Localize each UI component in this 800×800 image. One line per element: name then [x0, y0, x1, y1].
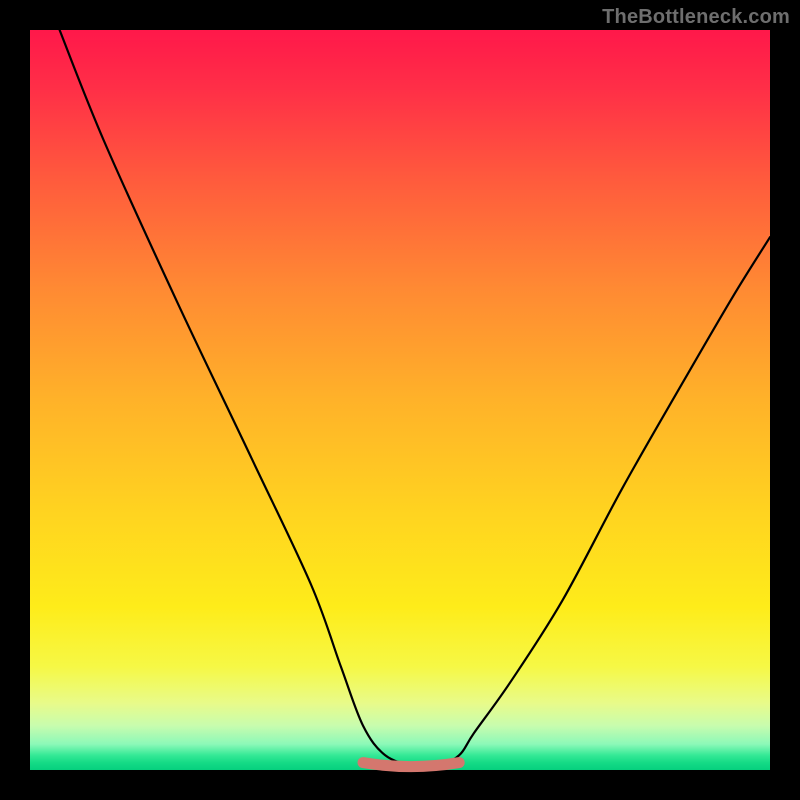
curve-svg — [30, 30, 770, 770]
watermark: TheBottleneck.com — [602, 6, 790, 29]
trough-marker — [363, 763, 459, 767]
chart-frame: TheBottleneck.com — [0, 0, 800, 800]
bottleneck-curve — [60, 30, 770, 768]
plot-area — [30, 30, 770, 770]
